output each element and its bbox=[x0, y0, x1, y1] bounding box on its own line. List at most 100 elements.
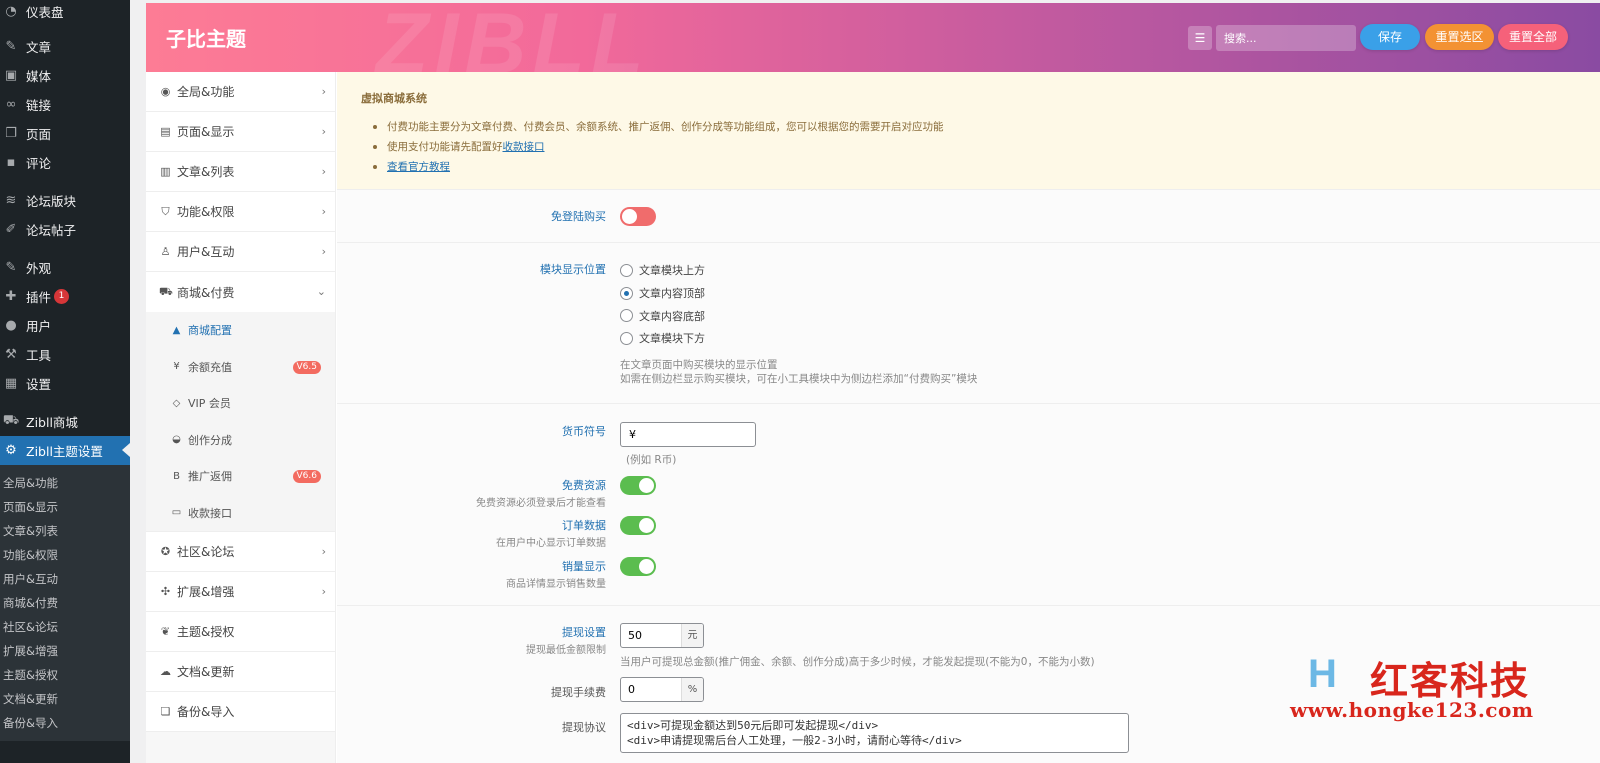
radio-option[interactable]: 文章内容底部 bbox=[620, 304, 977, 327]
wp-menu-settings[interactable]: ▦ 设置 bbox=[0, 369, 130, 398]
comment-icon: ▪ bbox=[6, 155, 16, 170]
wp-menu-tools[interactable]: ⚒ 工具 bbox=[0, 340, 130, 369]
wp-menu-plugins[interactable]: ✚ 插件 1 bbox=[0, 282, 130, 311]
order-data-toggle[interactable] bbox=[620, 516, 656, 535]
radio-button[interactable] bbox=[620, 309, 633, 323]
wp-sub-post[interactable]: 文章&列表 bbox=[0, 519, 130, 543]
help-text: 当用户可提现总金额(推广佣金、余额、创作分成)高于多少时候，才能发起提现(不能为… bbox=[620, 656, 1095, 668]
sprout-icon: ❦ bbox=[160, 625, 171, 638]
official-tutorial-link[interactable]: 查看官方教程 bbox=[387, 161, 450, 173]
field-label: 免费资源 bbox=[562, 479, 606, 492]
wp-menu-posts[interactable]: ✎ 文章 bbox=[0, 32, 130, 61]
nav-shop-submenu: ▲ 商城配置 ¥ 余额充值 V6.5 ◇ VIP 会员 ◒ 创作分成 B 推广返佣 V6.6 … bbox=[146, 312, 335, 532]
unit-label: % bbox=[681, 678, 703, 701]
chevron-right-icon: › bbox=[321, 85, 326, 98]
panel-title: 子比主题 bbox=[166, 27, 246, 51]
nav-global[interactable]: ◉ 全局&功能 › bbox=[146, 72, 335, 112]
nav-docs[interactable]: ☁ 文档&更新 bbox=[146, 652, 335, 692]
cloud-icon: ☁ bbox=[160, 665, 171, 678]
wp-menu-dashboard[interactable]: ◔ 仪表盘 bbox=[0, 0, 130, 23]
notice-item: 查看官方教程 bbox=[361, 157, 1576, 177]
save-button[interactable]: 保存 bbox=[1360, 24, 1420, 50]
version-badge: V6.5 bbox=[292, 360, 321, 374]
wp-sub-permission[interactable]: 功能&权限 bbox=[0, 543, 130, 567]
bitcoin-icon: B bbox=[173, 470, 180, 482]
nav-license[interactable]: ❦ 主题&授权 bbox=[146, 612, 335, 652]
nav-sub-shop-config[interactable]: ▲ 商城配置 bbox=[146, 312, 335, 349]
sales-display-toggle[interactable] bbox=[620, 557, 656, 576]
wp-sub-shop[interactable]: 商城&付费 bbox=[0, 591, 130, 615]
wp-menu-links[interactable]: ∞ 链接 bbox=[0, 90, 130, 119]
globe-icon: ◉ bbox=[160, 85, 171, 98]
wp-sub-global[interactable]: 全局&功能 bbox=[0, 471, 130, 495]
wp-menu-zibll-settings[interactable]: ⚙ Zibll主题设置 bbox=[0, 436, 130, 465]
nav-sub-balance[interactable]: ¥ 余额充值 V6.5 bbox=[146, 348, 335, 385]
wp-menu-zibll-shop[interactable]: ⛟ Zibll商城 bbox=[0, 407, 130, 436]
gear-icon: ⚙ bbox=[5, 443, 17, 458]
nav-extend[interactable]: ✣ 扩展&增强 › bbox=[146, 572, 335, 612]
wp-sub-user[interactable]: 用户&互动 bbox=[0, 567, 130, 591]
header-background-text: ZIBLL bbox=[376, 3, 650, 72]
nav-permission[interactable]: ⛉ 功能&权限 › bbox=[146, 192, 335, 232]
chevron-right-icon: › bbox=[321, 165, 326, 178]
wp-menu-forums[interactable]: ≋ 论坛版块 bbox=[0, 186, 130, 215]
withdraw-fee-input-group: % bbox=[620, 677, 704, 702]
reset-section-button[interactable]: 重置选区 bbox=[1425, 24, 1494, 50]
withdraw-min-input[interactable] bbox=[621, 624, 681, 647]
wp-sub-page[interactable]: 页面&显示 bbox=[0, 495, 130, 519]
radio-button[interactable] bbox=[620, 263, 633, 277]
currency-symbol-input[interactable] bbox=[620, 422, 756, 447]
nav-forum[interactable]: ✪ 社区&论坛 › bbox=[146, 532, 335, 572]
field-label: 免登陆购买 bbox=[551, 210, 606, 223]
wp-menu-comments[interactable]: ▪ 评论 bbox=[0, 148, 130, 177]
copy-icon: ❏ bbox=[160, 705, 171, 718]
notice-item: 使用支付功能请先配置好收款接口 bbox=[361, 137, 1576, 157]
chevron-right-icon: › bbox=[321, 205, 326, 218]
wp-sub-backup[interactable]: 备份&导入 bbox=[0, 711, 130, 735]
payment-interface-link[interactable]: 收款接口 bbox=[503, 141, 545, 153]
withdraw-agreement-textarea[interactable]: <div>可提现金额达到50元后即可发起提现</div> <div>申请提现需后… bbox=[620, 713, 1129, 753]
wp-sub-extend[interactable]: 扩展&增强 bbox=[0, 639, 130, 663]
nav-sub-income[interactable]: ◒ 创作分成 bbox=[146, 421, 335, 458]
nav-backup[interactable]: ❏ 备份&导入 bbox=[146, 692, 335, 732]
menu-toggle-icon[interactable]: ☰ bbox=[1188, 26, 1212, 50]
radio-option[interactable]: 文章模块上方 bbox=[620, 259, 977, 282]
wp-menu-topics[interactable]: ✐ 论坛帖子 bbox=[0, 215, 130, 244]
version-badge: V6.6 bbox=[292, 470, 321, 483]
nav-user[interactable]: ♙ 用户&互动 › bbox=[146, 232, 335, 272]
map-icon: ▥ bbox=[160, 165, 171, 178]
radio-button-checked[interactable] bbox=[620, 286, 633, 300]
free-resource-toggle[interactable] bbox=[620, 476, 656, 495]
yen-icon: ¥ bbox=[173, 361, 180, 373]
free-login-buy-toggle[interactable] bbox=[620, 207, 656, 226]
radio-option[interactable]: 文章模块下方 bbox=[620, 327, 977, 350]
wp-menu-media[interactable]: ▣ 媒体 bbox=[0, 61, 130, 90]
reset-all-button[interactable]: 重置全部 bbox=[1498, 24, 1568, 50]
info-notice: 虚拟商城系统 付费功能主要分为文章付费、付费会员、余额系统、推广返佣、创作分成等… bbox=[337, 72, 1600, 190]
nav-page[interactable]: ▤ 页面&显示 › bbox=[146, 112, 335, 152]
field-sublabel: 在用户中心显示订单数据 bbox=[496, 538, 606, 549]
nav-sub-rebate[interactable]: B 推广返佣 V6.6 bbox=[146, 458, 335, 495]
wp-sub-license[interactable]: 主题&授权 bbox=[0, 663, 130, 687]
search-input[interactable] bbox=[1216, 25, 1356, 51]
wp-sub-forum[interactable]: 社区&论坛 bbox=[0, 615, 130, 639]
help-text: (例如 R币) bbox=[626, 454, 677, 466]
wp-menu-pages[interactable]: ❐ 页面 bbox=[0, 119, 130, 148]
nav-sub-payment[interactable]: ▭ 收款接口 bbox=[146, 494, 335, 531]
field-free-login-buy: 免登陆购买 bbox=[337, 190, 1600, 243]
nav-post[interactable]: ▥ 文章&列表 › bbox=[146, 152, 335, 192]
wp-menu-users[interactable]: ● 用户 bbox=[0, 311, 130, 340]
puzzle-icon: ✣ bbox=[160, 585, 171, 598]
radio-button[interactable] bbox=[620, 331, 633, 345]
media-icon: ▣ bbox=[4, 68, 18, 83]
wp-sub-docs[interactable]: 文档&更新 bbox=[0, 687, 130, 711]
withdraw-min-input-group: 元 bbox=[620, 623, 704, 648]
link-icon: ∞ bbox=[5, 97, 17, 112]
notice-title: 虚拟商城系统 bbox=[361, 92, 427, 105]
radio-option[interactable]: 文章内容顶部 bbox=[620, 282, 977, 305]
field-label: 销量显示 bbox=[562, 560, 606, 573]
wp-menu-appearance[interactable]: ✎ 外观 bbox=[0, 253, 130, 282]
nav-shop[interactable]: ⛟ 商城&付费 ⌄ bbox=[146, 272, 335, 312]
withdraw-fee-input[interactable] bbox=[621, 678, 681, 701]
nav-sub-vip[interactable]: ◇ VIP 会员 bbox=[146, 385, 335, 422]
